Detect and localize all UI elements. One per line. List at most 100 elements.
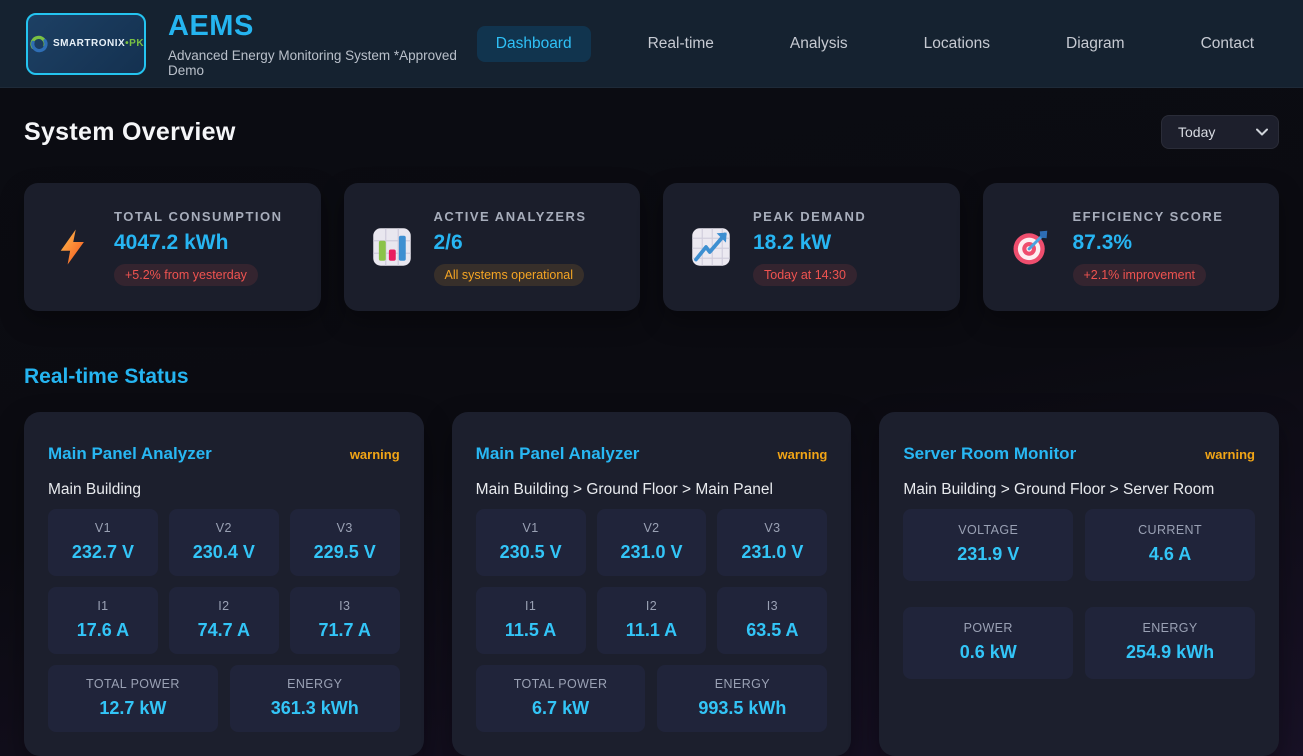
stat-card-efficiency-score: EFFICIENCY SCORE 87.3% +2.1% improvement (983, 183, 1280, 311)
metric-tile-total-power: TOTAL POWER 12.7 kW (48, 665, 218, 732)
metric-label: V1 (54, 521, 152, 535)
metric-tile-v3: V3 231.0 V (717, 509, 827, 576)
status-badge: warning (777, 447, 827, 462)
panel-header: Main Panel Analyzer warning (476, 444, 828, 464)
metric-label: TOTAL POWER (54, 677, 212, 691)
stat-label: EFFICIENCY SCORE (1073, 209, 1224, 224)
metric-label: V2 (603, 521, 701, 535)
target-icon (1011, 227, 1051, 267)
metric-label: I3 (723, 599, 821, 613)
metric-value: 230.5 V (482, 542, 580, 563)
panel-location: Main Building > Ground Floor > Main Pane… (476, 481, 828, 499)
metric-label: CURRENT (1091, 523, 1249, 537)
metric-value: 6.7 kW (482, 698, 640, 719)
totals-grid: TOTAL POWER 12.7 kW ENERGY 361.3 kWh (48, 665, 400, 732)
stat-value: 2/6 (434, 231, 587, 255)
stat-time-badge: Today at 14:30 (753, 264, 857, 286)
stat-card-active-analyzers: ACTIVE ANALYZERS 2/6 All systems operati… (344, 183, 641, 311)
period-select[interactable]: Today (1161, 115, 1279, 149)
metric-value: 231.9 V (909, 544, 1067, 565)
metric-value: 0.6 kW (909, 642, 1067, 663)
panel-header: Main Panel Analyzer warning (48, 444, 400, 464)
stat-value: 18.2 kW (753, 231, 866, 255)
metric-label: TOTAL POWER (482, 677, 640, 691)
stat-change-badge: +2.1% improvement (1073, 264, 1207, 286)
realtime-panels-grid: Main Panel Analyzer warning Main Buildin… (24, 412, 1279, 756)
stat-status-badge: All systems operational (434, 264, 585, 286)
metric-value: 361.3 kWh (236, 698, 394, 719)
metric-tile-energy: ENERGY 254.9 kWh (1085, 607, 1255, 679)
metric-value: 71.7 A (296, 620, 394, 641)
panel-location: Main Building > Ground Floor > Server Ro… (903, 481, 1255, 499)
metric-tile-v3: V3 229.5 V (290, 509, 400, 576)
nav-tab-locations[interactable]: Locations (905, 26, 1009, 62)
company-logo[interactable]: SMARTRONIX•PK (26, 13, 146, 75)
metric-value: 74.7 A (175, 620, 273, 641)
stat-change-badge: +5.2% from yesterday (114, 264, 258, 286)
voltage-current-grid: VOLTAGE 231.9 V CURRENT 4.6 A (903, 509, 1255, 581)
metric-tile-i2: I2 11.1 A (597, 587, 707, 654)
nav-tab-realtime[interactable]: Real-time (629, 26, 733, 62)
panel-header: Server Room Monitor warning (903, 444, 1255, 464)
metric-value: 11.1 A (603, 620, 701, 641)
metric-value: 4.6 A (1091, 544, 1249, 565)
metric-label: V3 (723, 521, 821, 535)
metric-value: 11.5 A (482, 620, 580, 641)
voltage-current-grid: V1 230.5 V V2 231.0 V V3 231.0 V I1 11.5… (476, 509, 828, 654)
metric-value: 12.7 kW (54, 698, 212, 719)
realtime-section-title: Real-time Status (24, 365, 1279, 389)
metric-label: V3 (296, 521, 394, 535)
metric-value: 254.9 kWh (1091, 642, 1249, 663)
stats-grid: TOTAL CONSUMPTION 4047.2 kWh +5.2% from … (24, 183, 1279, 311)
bar-chart-icon (372, 227, 412, 267)
page-title: System Overview (24, 118, 236, 147)
metric-value: 63.5 A (723, 620, 821, 641)
swirl-logo-icon (28, 33, 50, 55)
logo-text: SMARTRONIX•PK (53, 38, 144, 49)
server-room-panel: Server Room Monitor warning Main Buildin… (879, 412, 1279, 756)
metric-label: ENERGY (1091, 621, 1249, 635)
nav-tab-contact[interactable]: Contact (1182, 26, 1273, 62)
metric-label: I2 (603, 599, 701, 613)
metric-label: V1 (482, 521, 580, 535)
metric-tile-i3: I3 63.5 A (717, 587, 827, 654)
nav-tab-analysis[interactable]: Analysis (771, 26, 867, 62)
metric-label: ENERGY (236, 677, 394, 691)
metric-tile-v1: V1 230.5 V (476, 509, 586, 576)
app-title: AEMS (168, 10, 477, 43)
metric-label: POWER (909, 621, 1067, 635)
metric-tile-voltage: VOLTAGE 231.9 V (903, 509, 1073, 581)
metric-label: I3 (296, 599, 394, 613)
stat-label: ACTIVE ANALYZERS (434, 209, 587, 224)
metric-tile-total-power: TOTAL POWER 6.7 kW (476, 665, 646, 732)
metric-label: I1 (54, 599, 152, 613)
metric-label: V2 (175, 521, 273, 535)
status-badge: warning (350, 447, 400, 462)
stat-value: 4047.2 kWh (114, 231, 283, 255)
panel-location: Main Building (48, 481, 400, 499)
stat-label: PEAK DEMAND (753, 209, 866, 224)
stat-card-content: TOTAL CONSUMPTION 4047.2 kWh +5.2% from … (114, 209, 283, 286)
metric-tile-v1: V1 232.7 V (48, 509, 158, 576)
main-content: System Overview Today TOTAL CONSUMPT (0, 115, 1303, 756)
stat-label: TOTAL CONSUMPTION (114, 209, 283, 224)
panel-title: Server Room Monitor (903, 444, 1076, 464)
totals-grid: TOTAL POWER 6.7 kW ENERGY 993.5 kWh (476, 665, 828, 732)
period-select-wrap: Today (1161, 115, 1279, 149)
stat-card-total-consumption: TOTAL CONSUMPTION 4047.2 kWh +5.2% from … (24, 183, 321, 311)
nav-tab-dashboard[interactable]: Dashboard (477, 26, 591, 62)
metric-tile-i1: I1 17.6 A (48, 587, 158, 654)
metric-tile-current: CURRENT 4.6 A (1085, 509, 1255, 581)
metric-label: I1 (482, 599, 580, 613)
nav-tab-diagram[interactable]: Diagram (1047, 26, 1144, 62)
metric-label: ENERGY (663, 677, 821, 691)
panel-title: Main Panel Analyzer (48, 444, 212, 464)
metric-tile-i1: I1 11.5 A (476, 587, 586, 654)
status-badge: warning (1205, 447, 1255, 462)
lightning-icon (52, 227, 92, 267)
panel-title: Main Panel Analyzer (476, 444, 640, 464)
metric-tile-i3: I3 71.7 A (290, 587, 400, 654)
analyzer-panel-1: Main Panel Analyzer warning Main Buildin… (24, 412, 424, 756)
metric-value: 17.6 A (54, 620, 152, 641)
metric-tile-v2: V2 230.4 V (169, 509, 279, 576)
